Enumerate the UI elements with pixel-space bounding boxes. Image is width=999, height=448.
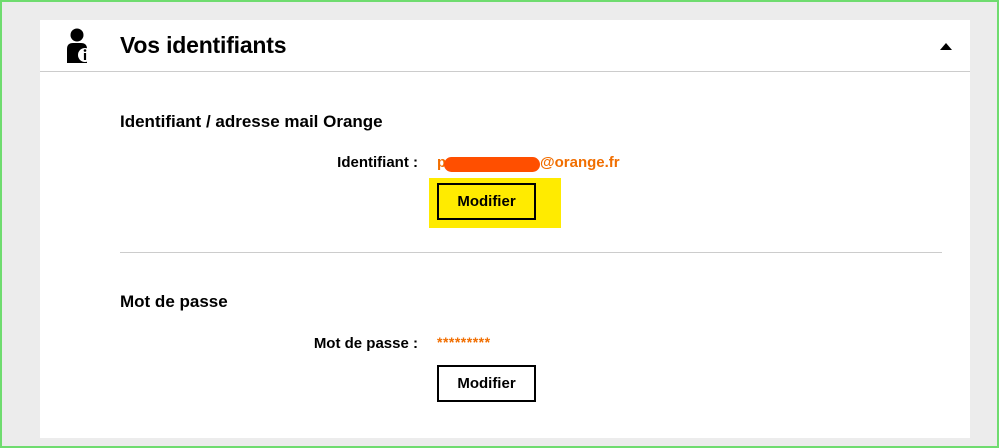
modify-identifiant-button[interactable]: Modifier xyxy=(437,183,536,220)
panel-header[interactable]: Vos identifiants xyxy=(40,20,970,72)
password-section-title: Mot de passe xyxy=(120,292,228,311)
user-info-icon xyxy=(67,28,92,63)
modify-password-button[interactable]: Modifier xyxy=(437,365,536,402)
redaction-mark xyxy=(444,157,540,172)
identifiant-value-domain: @orange.fr xyxy=(540,154,620,171)
section-divider xyxy=(120,252,942,253)
identifiers-panel: Vos identifiants Identifiant / adresse m… xyxy=(40,20,970,438)
password-value: ********* xyxy=(437,334,491,350)
identifiant-label: Identifiant : xyxy=(337,154,418,171)
caret-up-icon[interactable] xyxy=(936,36,956,56)
panel-title: Vos identifiants xyxy=(120,32,287,58)
password-label: Mot de passe : xyxy=(313,335,418,352)
identifiant-section-title: Identifiant / adresse mail Orange xyxy=(120,112,383,131)
screenshot-frame: Vos identifiants Identifiant / adresse m… xyxy=(0,0,999,448)
